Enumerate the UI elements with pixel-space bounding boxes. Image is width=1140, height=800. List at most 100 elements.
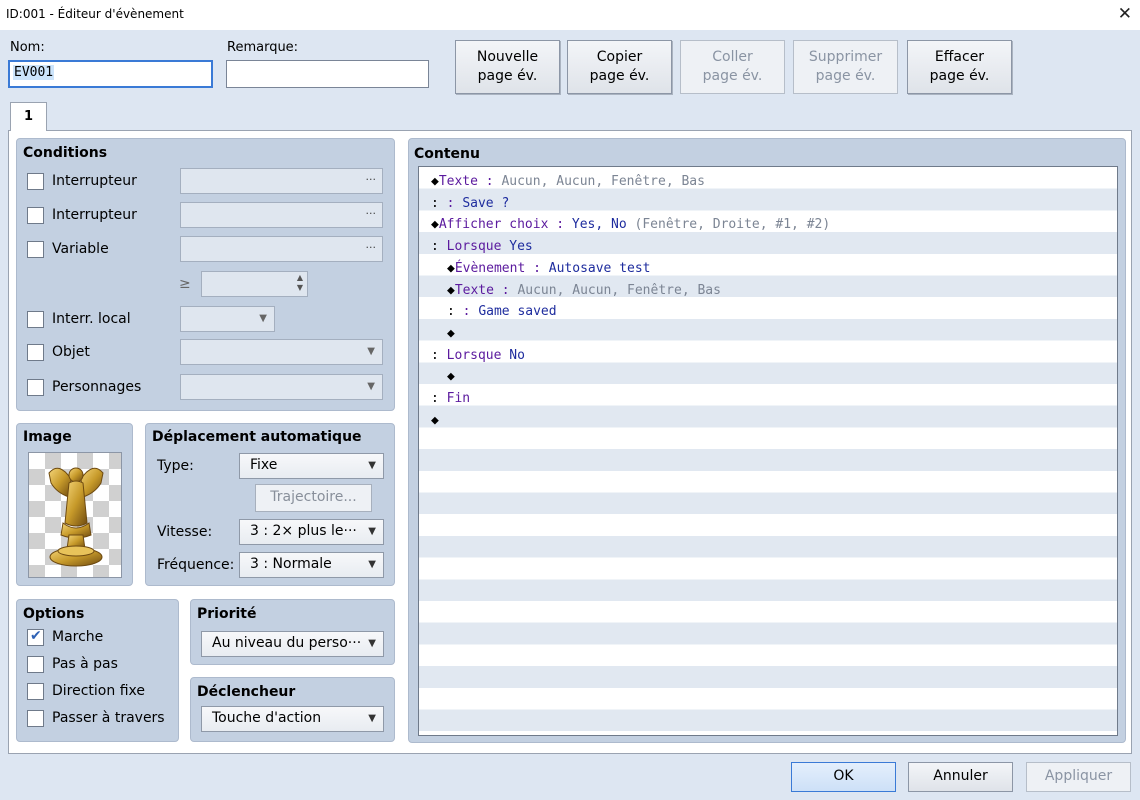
actor-dropdown[interactable]: ▼ [180, 374, 383, 400]
chevron-down-icon: ▼ [368, 713, 376, 724]
actor-checkbox[interactable] [27, 379, 44, 396]
variable-selector[interactable]: ··· [180, 236, 383, 262]
ellipsis-icon: ··· [365, 241, 377, 254]
command-argument: Yes [509, 239, 533, 255]
move-type-dropdown[interactable]: Fixe ▼ [239, 453, 384, 479]
route-button[interactable]: Trajectoire... [255, 484, 372, 512]
ellipsis-icon: ··· [365, 173, 377, 186]
frequency-dropdown[interactable]: 3 : Normale ▼ [239, 552, 384, 578]
priority-title: Priorité [197, 606, 257, 622]
command-list[interactable]: ◆Texte : Aucun, Aucun, Fenêtre, Bas : : … [418, 166, 1118, 736]
ok-button[interactable]: OK [791, 762, 896, 792]
remark-input[interactable] [226, 60, 429, 88]
name-input[interactable]: EV001 [8, 60, 213, 88]
self-switch-dropdown[interactable]: ▼ [180, 306, 275, 332]
golden-angel-statue-icon [48, 467, 104, 567]
command-row[interactable]: ◆ [447, 366, 455, 388]
remark-label: Remarque: [227, 40, 299, 55]
chevron-down-icon: ▼ [367, 381, 375, 392]
self-switch-label: Interr. local [52, 311, 131, 327]
through-checkbox[interactable] [27, 710, 44, 727]
priority-value: Au niveau du perso··· [212, 635, 362, 651]
copy-page-button[interactable]: Copier page év. [567, 40, 672, 94]
chevron-down-icon: ▼ [367, 346, 375, 357]
item-checkbox[interactable] [27, 344, 44, 361]
variable-value-spinner[interactable]: ▲ ▼ [201, 271, 308, 297]
variable-checkbox[interactable] [27, 241, 44, 258]
command-marker: ◆ [431, 174, 439, 189]
command-detail: Aucun, Aucun, Fenêtre, Bas [501, 174, 705, 189]
ellipsis-icon: ··· [365, 207, 377, 220]
speed-dropdown[interactable]: 3 : 2× plus le··· ▼ [239, 519, 384, 545]
chevron-down-icon: ▼ [368, 526, 376, 537]
command-separator: : [548, 217, 572, 233]
name-value: EV001 [13, 65, 55, 80]
switch2-selector[interactable]: ··· [180, 202, 383, 228]
delete-page-button[interactable]: Supprimer page év. [793, 40, 898, 94]
conditions-title: Conditions [23, 145, 108, 161]
frequency-value: 3 : Normale [250, 556, 332, 572]
command-row[interactable]: : : Game saved [447, 301, 557, 323]
command-row[interactable]: ◆Texte : Aucun, Aucun, Fenêtre, Bas [447, 280, 721, 302]
image-title: Image [23, 429, 72, 445]
command-row[interactable]: : : Save ? [431, 193, 509, 215]
command-name: Lorsque [446, 347, 502, 363]
command-marker: : [431, 391, 447, 406]
move-type-label: Type: [157, 458, 194, 474]
command-marker: : [431, 239, 447, 255]
command-name: Texte [454, 282, 494, 298]
item-dropdown[interactable]: ▼ [180, 339, 383, 365]
clear-page-button[interactable]: Effacer page év. [907, 40, 1012, 94]
command-row[interactable]: ◆ [431, 410, 439, 432]
command-argument: Game saved [478, 304, 557, 320]
switch1-label: Interrupteur [52, 173, 137, 189]
switch2-checkbox[interactable] [27, 207, 44, 224]
command-detail: Aucun, Aucun, Fenêtre, Bas [517, 282, 721, 298]
spinner-arrows-icon[interactable]: ▲ ▼ [297, 273, 303, 293]
actor-label: Personnages [52, 379, 142, 395]
image-preview[interactable] [28, 452, 122, 578]
self-switch-checkbox[interactable] [27, 311, 44, 328]
new-page-button[interactable]: Nouvelle page év. [455, 40, 560, 94]
command-argument: Save ? [462, 195, 510, 211]
switch1-selector[interactable]: ··· [180, 168, 383, 194]
switch1-checkbox[interactable] [27, 173, 44, 190]
trigger-title: Déclencheur [197, 684, 296, 700]
paste-page-button[interactable]: Coller page év. [680, 40, 785, 94]
options-title: Options [23, 606, 85, 622]
through-label: Passer à travers [52, 710, 165, 726]
cancel-button[interactable]: Annuler [908, 762, 1013, 792]
trigger-dropdown[interactable]: Touche d'action ▼ [201, 706, 384, 732]
apply-button[interactable]: Appliquer [1026, 762, 1131, 792]
close-icon[interactable]: ✕ [1118, 4, 1132, 24]
chevron-down-icon: ▼ [368, 638, 376, 649]
command-name: Texte [438, 174, 478, 189]
contents-title: Contenu [414, 146, 480, 162]
command-row[interactable]: : Lorsque Yes [431, 236, 533, 258]
command-row[interactable]: ◆Texte : Aucun, Aucun, Fenêtre, Bas [431, 171, 705, 193]
command-marker: ◆ [431, 412, 439, 428]
command-row[interactable]: ◆ [447, 323, 455, 345]
walking-label: Marche [52, 629, 104, 645]
direction-fix-checkbox[interactable] [27, 683, 44, 700]
switch2-label: Interrupteur [52, 207, 137, 223]
chevron-down-icon: ▼ [259, 313, 267, 324]
command-name: Évènement [454, 260, 526, 276]
stepping-checkbox[interactable] [27, 656, 44, 673]
command-separator: : [454, 304, 479, 320]
command-row[interactable]: ◆Évènement : Autosave test [447, 258, 651, 280]
command-marker: ◆ [447, 325, 455, 341]
command-row[interactable]: : Lorsque No [431, 345, 525, 367]
command-row[interactable]: : Fin [431, 388, 470, 410]
command-marker: : [447, 304, 455, 320]
walking-checkbox[interactable] [27, 628, 44, 646]
command-separator: : [477, 174, 502, 189]
command-separator: : [438, 195, 463, 211]
name-label: Nom: [10, 40, 45, 55]
direction-fix-label: Direction fixe [52, 683, 145, 699]
frequency-label: Fréquence: [157, 557, 235, 573]
priority-dropdown[interactable]: Au niveau du perso··· ▼ [201, 631, 384, 657]
tab-page-1[interactable]: 1 [10, 102, 47, 131]
window-title: ID:001 - Éditeur d'évènement [6, 7, 184, 21]
command-row[interactable]: ◆Afficher choix : Yes, No (Fenêtre, Droi… [431, 214, 830, 236]
